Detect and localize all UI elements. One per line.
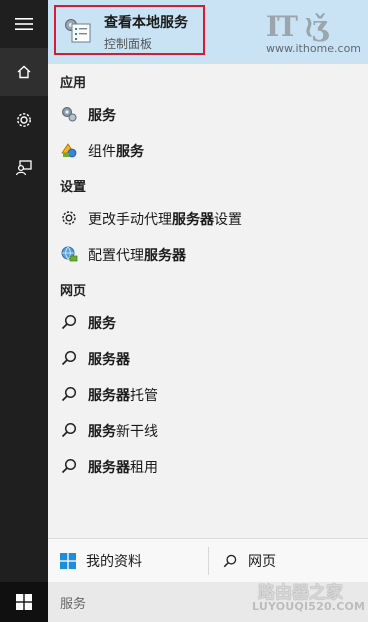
ithome-logo-watermark: IT ≀ǯ <box>266 10 328 43</box>
luyouqi-url-watermark: LUYOUQI520.COM <box>252 600 366 613</box>
section-header-apps: 应用 <box>60 76 87 91</box>
divider <box>208 547 209 575</box>
feedback-person-icon <box>15 160 32 176</box>
hamburger-icon <box>15 18 33 30</box>
scope-filter-bar: 我的资料 网页 <box>48 538 368 583</box>
result-label: 服务器 <box>88 352 130 368</box>
search-icon <box>61 458 77 474</box>
home-icon <box>17 65 31 79</box>
left-rail <box>0 0 48 582</box>
search-results-panel: 查看本地服务 控制面板 IT ≀ǯ www.ithome.com 应用 服务 组… <box>48 0 368 582</box>
web-result[interactable]: 服务 <box>48 304 368 340</box>
app-result-services[interactable]: 服务 <box>48 96 368 132</box>
result-label: 配置代理服务器 <box>88 248 186 264</box>
web-result[interactable]: 服务器 <box>48 340 368 376</box>
windows-logo-icon <box>60 553 76 569</box>
best-match-row[interactable]: 查看本地服务 控制面板 IT ≀ǯ www.ithome.com <box>48 0 368 64</box>
my-stuff-button[interactable]: 我的资料 <box>60 551 142 571</box>
settings-button[interactable] <box>0 96 48 144</box>
gear-icon <box>62 211 76 225</box>
services-console-icon <box>65 19 91 43</box>
web-result[interactable]: 服务器托管 <box>48 376 368 412</box>
gear-icon <box>17 113 31 127</box>
result-label: 更改手动代理服务器设置 <box>88 212 242 228</box>
hamburger-menu-button[interactable] <box>0 0 48 48</box>
services-gear-icon <box>62 107 77 122</box>
search-icon <box>61 314 77 330</box>
section-header-settings: 设置 <box>60 180 87 195</box>
web-result[interactable]: 服务器租用 <box>48 448 368 484</box>
result-label: 服务新干线 <box>88 424 158 440</box>
windows-start-icon <box>16 594 32 610</box>
search-icon <box>61 350 77 366</box>
web-result[interactable]: 服务新干线 <box>48 412 368 448</box>
best-match-subtitle: 控制面板 <box>104 37 153 51</box>
network-globe-icon <box>61 246 78 262</box>
feedback-button[interactable] <box>0 144 48 192</box>
home-button[interactable] <box>0 48 48 96</box>
app-result-component-services[interactable]: 组件服务 <box>48 132 368 168</box>
setting-result-configure-proxy[interactable]: 配置代理服务器 <box>48 236 368 272</box>
setting-result-manual-proxy[interactable]: 更改手动代理服务器设置 <box>48 200 368 236</box>
result-label: 服务 <box>88 316 116 332</box>
result-label: 服务器租用 <box>88 460 158 476</box>
component-services-icon <box>61 143 77 158</box>
search-icon <box>223 554 237 568</box>
web-label: 网页 <box>248 554 276 570</box>
my-stuff-label: 我的资料 <box>86 554 142 570</box>
search-query-text: 服务 <box>60 597 87 612</box>
result-label: 组件服务 <box>88 144 144 160</box>
best-match-title: 查看本地服务 <box>104 15 188 31</box>
start-button[interactable] <box>0 582 48 622</box>
ithome-url-watermark: www.ithome.com <box>266 42 362 55</box>
web-search-button[interactable]: 网页 <box>222 551 276 571</box>
result-label: 服务器托管 <box>88 388 158 404</box>
section-header-web: 网页 <box>60 284 87 299</box>
result-label: 服务 <box>88 108 116 124</box>
search-icon <box>61 422 77 438</box>
search-icon <box>61 386 77 402</box>
